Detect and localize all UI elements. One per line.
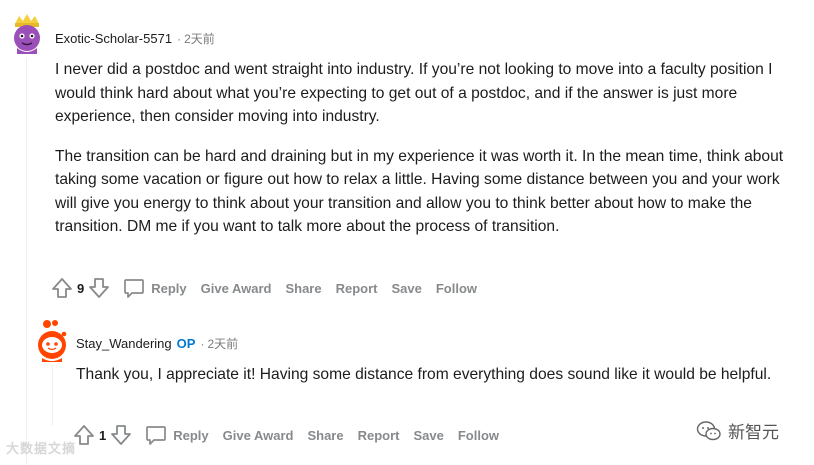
comment-body: Thank you, I appreciate it! Having some … (76, 363, 786, 387)
avatar[interactable] (34, 318, 70, 362)
reply-button[interactable]: Reply (138, 424, 215, 446)
thread-line[interactable] (52, 366, 53, 426)
comment-actions: 1 Reply Give Award Share Report Save Fol… (73, 422, 506, 448)
give-award-button[interactable]: Give Award (216, 428, 301, 443)
timestamp[interactable]: 2天前 (184, 30, 215, 47)
separator: · (200, 336, 205, 351)
username[interactable]: Exotic-Scholar-5571 (55, 31, 172, 46)
downvote-arrow-icon[interactable] (110, 423, 132, 447)
comment-bubble-icon (124, 279, 145, 298)
vote-count: 9 (77, 280, 85, 296)
report-button[interactable]: Report (329, 281, 385, 296)
comment-body: I never did a postdoc and went straight … (55, 58, 795, 239)
comment-paragraph: Thank you, I appreciate it! Having some … (76, 366, 772, 383)
downvote-arrow-icon[interactable] (88, 276, 110, 300)
thread-line[interactable] (26, 58, 27, 465)
upvote-arrow-icon[interactable] (51, 276, 73, 300)
comment-bubble-icon (146, 426, 167, 445)
comment-paragraph: The transition can be hard and draining … (55, 147, 784, 236)
username[interactable]: Stay_Wandering (76, 336, 172, 351)
reply-label: Reply (151, 280, 187, 296)
wechat-icon (696, 420, 721, 440)
vote-count: 1 (99, 427, 107, 443)
separator: · (177, 31, 182, 46)
avatar[interactable] (11, 12, 45, 54)
report-button[interactable]: Report (351, 428, 407, 443)
follow-button[interactable]: Follow (451, 428, 506, 443)
watermark-right-label: 新智元 (728, 423, 779, 442)
reply-label: Reply (173, 427, 209, 443)
op-badge: OP (176, 336, 196, 351)
share-button[interactable]: Share (300, 428, 350, 443)
watermark-right: 新智元 (696, 418, 779, 443)
share-button[interactable]: Share (278, 281, 328, 296)
reply-button[interactable]: Reply (116, 277, 193, 299)
timestamp[interactable]: 2天前 (207, 335, 238, 352)
comment-meta: Stay_Wandering OP · 2天前 (76, 335, 238, 352)
follow-button[interactable]: Follow (429, 281, 484, 296)
watermark-left: 大数据文摘 (6, 441, 77, 456)
give-award-button[interactable]: Give Award (194, 281, 279, 296)
comment-paragraph: I never did a postdoc and went straight … (55, 61, 773, 125)
upvote-arrow-icon[interactable] (73, 423, 95, 447)
comment-meta: Exotic-Scholar-5571 · 2天前 (55, 30, 215, 47)
save-button[interactable]: Save (406, 428, 450, 443)
save-button[interactable]: Save (384, 281, 428, 296)
comment-actions: 9 Reply Give Award Share Report Save Fol… (51, 275, 484, 301)
